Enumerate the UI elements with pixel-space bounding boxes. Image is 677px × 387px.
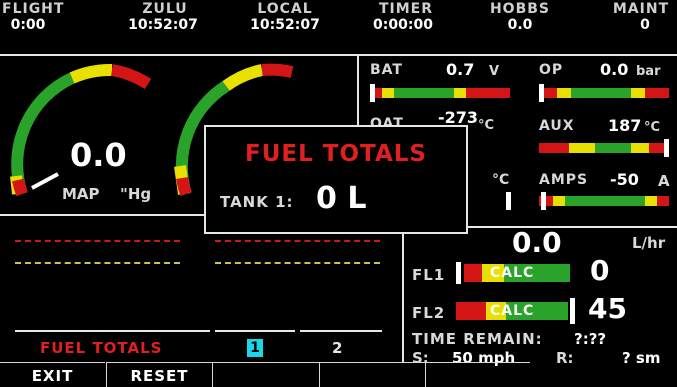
amps-label: AMPS: [539, 172, 589, 188]
map-label: MAP: [62, 185, 100, 203]
popup-title: FUEL TOTALS: [245, 141, 427, 167]
tab-2[interactable]: 2: [332, 339, 342, 357]
dashed-line-yellow-1: [15, 262, 180, 264]
tab-underline-1: [15, 330, 210, 332]
op-unit: bar: [636, 64, 661, 79]
fl2-value: 45: [588, 292, 627, 325]
flight-label: FLIGHT: [2, 1, 65, 17]
hobbs-value: 0.0: [507, 17, 533, 33]
timer-label: TIMER: [378, 1, 434, 17]
partial-temp-unit: °C: [492, 172, 510, 188]
fl2-bar-text: CALC: [490, 303, 535, 319]
tank-value: 0 L: [316, 181, 367, 216]
bat-unit: V: [489, 64, 500, 79]
dashed-line-yellow-2: [215, 262, 380, 264]
reset-button[interactable]: RESET: [106, 362, 212, 387]
range-value: ? sm: [622, 349, 661, 367]
fuel-totals-popup: FUEL TOTALS TANK 1: 0 L: [204, 125, 468, 234]
fuel-flow-unit: L/hr: [632, 234, 666, 252]
amps-value: -50: [610, 170, 639, 189]
map-value: 0.0: [70, 136, 127, 174]
fl1-bar: CALC: [464, 264, 570, 282]
softkey-5-button[interactable]: [425, 362, 530, 387]
tab-underline-2: [215, 330, 295, 332]
efis-screen: FLIGHT 0:00 ZULU 10:52:07 LOCAL 10:52:07…: [0, 0, 677, 387]
partial-bar-pointer: [506, 192, 511, 210]
fl2-label: FL2: [412, 304, 446, 322]
softkey-3-button[interactable]: [212, 362, 319, 387]
bat-value: 0.7: [446, 60, 475, 79]
time-remain-value: ?:??: [574, 330, 607, 348]
aux-bar: [539, 139, 669, 157]
op-value: 0.0: [600, 60, 629, 79]
zulu-value: 10:52:07: [128, 17, 198, 33]
hobbs-label: HOBBS: [489, 1, 551, 17]
fl2-bar: CALC: [456, 302, 568, 320]
aux-label: AUX: [539, 118, 575, 134]
dashed-line-red-1: [15, 240, 180, 242]
map-needle: [31, 172, 59, 190]
aux-value: 187: [608, 116, 642, 135]
fl1-label: FL1: [412, 266, 446, 284]
amps-unit: A: [658, 172, 670, 190]
aux-unit: °C: [644, 120, 661, 135]
fl1-pointer: [456, 262, 461, 284]
map-gauge-arc: [10, 64, 152, 197]
fl2-pointer: [570, 298, 575, 324]
fl1-bar-text: CALC: [490, 265, 535, 281]
local-value: 10:52:07: [250, 17, 320, 33]
fuel-flow-value: 0.0: [512, 226, 562, 259]
tab-fuel-totals[interactable]: FUEL TOTALS: [40, 339, 162, 357]
maint-label: MAINT: [612, 1, 670, 17]
zulu-label: ZULU: [142, 1, 188, 17]
fuel-panel-divider: [402, 214, 404, 362]
flight-value: 0:00: [10, 17, 46, 33]
local-label: LOCAL: [257, 1, 313, 17]
map-unit: "Hg: [120, 185, 152, 203]
tank-label: TANK 1:: [220, 193, 294, 211]
bat-label: BAT: [370, 62, 403, 78]
op-bar: [539, 84, 669, 102]
fl1-value: 0: [590, 254, 610, 287]
oat-unit: °C: [478, 118, 495, 133]
softkey-4-button[interactable]: [319, 362, 425, 387]
amps-bar: [539, 192, 669, 210]
time-remain-label: TIME REMAIN:: [412, 330, 543, 348]
maint-value: 0: [640, 17, 650, 33]
tab-underline-3: [300, 330, 382, 332]
dashed-line-red-2: [215, 240, 380, 242]
timer-value: 0:00:00: [373, 17, 433, 33]
tab-1[interactable]: 1: [247, 339, 263, 357]
range-label: R:: [556, 349, 574, 367]
exit-button[interactable]: EXIT: [0, 362, 105, 387]
op-label: OP: [539, 62, 564, 78]
bat-bar: [370, 84, 510, 102]
